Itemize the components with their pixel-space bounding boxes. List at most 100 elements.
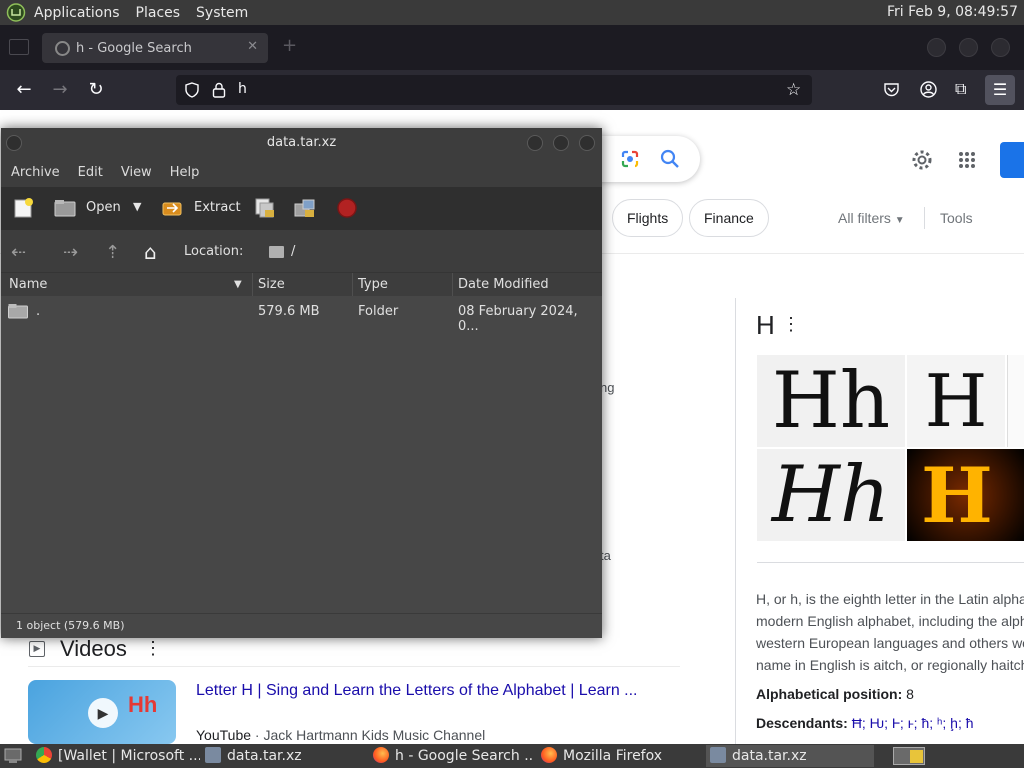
kp-divider — [735, 298, 736, 744]
column-separator — [352, 273, 353, 297]
menu-applications[interactable]: Applications — [34, 5, 120, 21]
firefox-icon — [373, 747, 389, 763]
column-size[interactable]: Size — [258, 277, 285, 292]
google-apps-icon[interactable] — [958, 151, 976, 169]
chip-flights[interactable]: Flights — [612, 199, 684, 237]
kp-image[interactable]: H — [907, 355, 1005, 447]
minimize-icon[interactable] — [527, 135, 543, 151]
kp-image[interactable] — [1007, 355, 1024, 447]
mint-menu-icon[interactable] — [6, 3, 26, 22]
forward-icon[interactable]: → — [48, 78, 72, 102]
column-date-modified[interactable]: Date Modified — [458, 277, 549, 292]
close-window-icon[interactable] — [579, 135, 595, 151]
sort-arrow-icon[interactable]: ▼ — [234, 279, 242, 290]
tab-close-icon[interactable]: ✕ — [247, 39, 258, 54]
new-archive-icon[interactable] — [13, 198, 35, 218]
menu-archive[interactable]: Archive — [11, 165, 60, 180]
videos-heading: Videos — [60, 636, 127, 661]
task-mozilla-firefox[interactable]: Mozilla Firefox — [541, 745, 701, 767]
dropdown-arrow-icon: ▼ — [894, 215, 905, 226]
task-google-search[interactable]: h - Google Search ... — [373, 745, 533, 767]
app-menu-icon[interactable]: ☰ — [985, 75, 1015, 105]
more-options-icon[interactable]: ⋮ — [144, 638, 162, 659]
location-path[interactable]: / — [291, 244, 295, 259]
clock[interactable]: Fri Feb 9, 08:49:57 — [887, 4, 1018, 20]
reload-icon[interactable]: ↻ — [84, 78, 108, 102]
tab-overview-icon[interactable] — [9, 39, 29, 55]
url-bar[interactable]: h ☆ — [176, 75, 812, 105]
kp-description: H, or h, is the eighth letter in the Lat… — [756, 591, 1024, 673]
back-icon[interactable]: ⇠ — [11, 242, 26, 263]
video-thumb-text: Hh — [128, 692, 158, 717]
tab-google-search[interactable]: h - Google Search ✕ — [42, 33, 268, 63]
settings-gear-icon[interactable] — [911, 149, 933, 171]
bookmark-star-icon[interactable]: ☆ — [786, 80, 801, 100]
add-files-icon[interactable] — [254, 198, 276, 218]
task-data-tar[interactable]: data.tar.xz — [205, 745, 365, 767]
menu-system[interactable]: System — [196, 5, 248, 21]
column-name[interactable]: Name — [9, 277, 47, 292]
show-desktop-icon[interactable] — [4, 748, 22, 764]
archive-location-bar: ⇠ ⇢ ⇡ ⌂ Location: / — [1, 230, 602, 272]
minimize-icon[interactable] — [927, 38, 946, 57]
archive-icon — [205, 747, 221, 763]
account-icon[interactable] — [920, 81, 937, 98]
new-tab-icon[interactable]: + — [282, 35, 297, 56]
chip-finance[interactable]: Finance — [689, 199, 769, 237]
column-type[interactable]: Type — [358, 277, 388, 292]
kp-title: H — [756, 310, 775, 340]
stop-icon[interactable] — [336, 198, 358, 218]
extract-icon[interactable] — [161, 198, 183, 218]
kp-image[interactable]: Hh — [757, 355, 905, 447]
extensions-icon[interactable]: ⧉ — [955, 79, 966, 99]
file-type: Folder — [358, 304, 399, 319]
menu-places[interactable]: Places — [136, 5, 181, 21]
archive-title: data.tar.xz — [266, 135, 337, 150]
video-title-link[interactable]: Letter H | Sing and Learn the Letters of… — [196, 682, 638, 700]
maximize-icon[interactable] — [959, 38, 978, 57]
window-controls — [927, 38, 1010, 57]
window-menu-icon[interactable] — [6, 135, 22, 151]
open-button[interactable]: Open — [86, 200, 121, 215]
task-wallet[interactable]: [Wallet | Microsoft ... — [36, 745, 200, 767]
play-icon[interactable]: ▶ — [88, 698, 118, 728]
workspace-active — [910, 750, 923, 763]
open-icon[interactable] — [54, 198, 76, 218]
tools-button[interactable]: Tools — [940, 210, 973, 226]
lock-icon[interactable] — [212, 82, 226, 98]
folder-icon — [269, 246, 284, 258]
all-filters-label: All filters — [838, 210, 891, 226]
menu-help[interactable]: Help — [170, 165, 200, 180]
open-dropdown-icon[interactable]: ▼ — [133, 200, 141, 213]
menu-view[interactable]: View — [121, 165, 152, 180]
up-icon[interactable]: ⇡ — [105, 242, 120, 263]
kp-divider — [757, 562, 1024, 563]
workspace-switcher[interactable] — [893, 747, 925, 765]
search-icon[interactable] — [660, 149, 680, 169]
menu-edit[interactable]: Edit — [78, 165, 103, 180]
location-label: Location: — [184, 244, 244, 259]
close-window-icon[interactable] — [991, 38, 1010, 57]
shield-icon[interactable] — [184, 82, 200, 98]
home-icon[interactable]: ⌂ — [144, 240, 157, 264]
kp-image[interactable]: Hh — [757, 449, 905, 541]
file-row[interactable]: . 579.6 MB Folder 08 February 2024, 0... — [1, 296, 602, 334]
add-folder-icon[interactable] — [294, 198, 316, 218]
firefox-tabbar: h - Google Search ✕ + — [0, 25, 1024, 70]
extract-button[interactable]: Extract — [194, 200, 241, 215]
more-options-icon[interactable]: ⋮ — [782, 314, 800, 335]
pocket-icon[interactable] — [883, 82, 900, 98]
video-source: YouTube · Jack Hartmann Kids Music Chann… — [196, 727, 486, 743]
kp-image[interactable]: H — [907, 449, 1024, 541]
column-separator — [452, 273, 453, 297]
forward-icon[interactable]: ⇢ — [63, 242, 78, 263]
task-data-tar-active[interactable]: data.tar.xz — [706, 745, 874, 767]
file-date: 08 February 2024, 0... — [458, 304, 578, 334]
google-lens-icon[interactable] — [620, 149, 640, 169]
back-icon[interactable]: ← — [12, 78, 36, 102]
url-text: h — [238, 81, 247, 97]
sign-in-button[interactable] — [1000, 142, 1024, 178]
video-thumbnail[interactable]: Hh ▶ — [28, 680, 176, 744]
all-filters-button[interactable]: All filters ▼ — [838, 210, 905, 226]
maximize-icon[interactable] — [553, 135, 569, 151]
